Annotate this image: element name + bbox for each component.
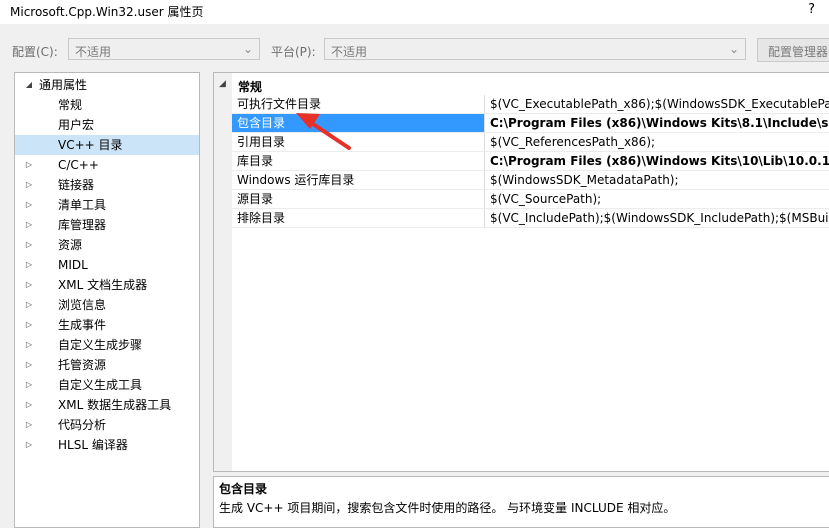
- property-value[interactable]: C:\Program Files (x86)\Windows Kits\8.1\…: [486, 114, 829, 132]
- tree-item-general[interactable]: 常规: [58, 95, 82, 115]
- tree-item-label: 自定义生成步骤: [58, 338, 143, 352]
- chevron-down-icon: ⌄: [242, 42, 253, 56]
- title-bar: Microsoft.Cpp.Win32.user 属性页 ?: [0, 0, 829, 24]
- window-title: Microsoft.Cpp.Win32.user 属性页: [10, 5, 204, 19]
- property-row-include-dirs[interactable]: 包含目录 C:\Program Files (x86)\Windows Kits…: [232, 114, 829, 133]
- tree-item-label: 浏览信息: [58, 298, 107, 312]
- collapsed-triangle-icon[interactable]: ▷: [24, 335, 34, 355]
- tree-item-c-cpp[interactable]: ▷ C/C++: [15, 155, 199, 175]
- tree-item-linker[interactable]: ▷ 链接器: [15, 175, 199, 195]
- property-value[interactable]: $(VC_SourcePath);: [486, 190, 829, 208]
- collapsed-triangle-icon[interactable]: ▷: [24, 375, 34, 395]
- tree-item-browse-info[interactable]: ▷ 浏览信息: [15, 295, 199, 315]
- tree-item-vc-directories[interactable]: VC++ 目录: [15, 135, 199, 155]
- tree-item-label: XML 文档生成器: [58, 278, 148, 292]
- property-row-library-dirs[interactable]: 库目录 C:\Program Files (x86)\Windows Kits\…: [232, 152, 829, 171]
- tree-item-label: 自定义生成工具: [58, 378, 143, 392]
- tree-item-label: 资源: [58, 238, 83, 252]
- config-toolbar: 配置(C): 不适用 ⌄ 平台(P): 不适用 ⌄ 配置管理器: [0, 36, 829, 64]
- tree-item-librarian[interactable]: ▷ 库管理器: [15, 215, 199, 235]
- property-row-exclude-dirs[interactable]: 排除目录 $(VC_IncludePath);$(WindowsSDK_Incl…: [232, 209, 829, 228]
- tree-item-label: MIDL: [58, 258, 88, 272]
- collapsed-triangle-icon[interactable]: ▷: [24, 315, 34, 335]
- tree-item-build-events[interactable]: ▷ 生成事件: [15, 315, 199, 335]
- tree-item-label: 用户宏: [58, 118, 95, 132]
- description-title: 包含目录: [219, 482, 268, 496]
- platform-dropdown[interactable]: 不适用 ⌄: [324, 38, 746, 60]
- tree-root-common-properties[interactable]: ◢ 通用属性: [15, 75, 199, 95]
- property-value[interactable]: $(WindowsSDK_MetadataPath);: [486, 171, 829, 189]
- description-panel: 包含目录 生成 VC++ 项目期间，搜索包含文件时使用的路径。 与环境变量 IN…: [213, 476, 829, 528]
- property-grid: ◢ 常规 可执行文件目录 $(VC_ExecutablePath_x86);$(…: [213, 72, 829, 472]
- property-value[interactable]: $(VC_ExecutablePath_x86);$(WindowsSDK_Ex…: [486, 95, 829, 113]
- tree-item-label: 清单工具: [58, 198, 107, 212]
- tree-item-label: HLSL 编译器: [58, 438, 128, 452]
- tree-item-label: 生成事件: [58, 318, 107, 332]
- config-dropdown[interactable]: 不适用 ⌄: [68, 38, 260, 60]
- property-value[interactable]: C:\Program Files (x86)\Windows Kits\10\L…: [486, 152, 829, 170]
- tree-item-hlsl-compiler[interactable]: ▷ HLSL 编译器: [15, 435, 199, 455]
- expanded-triangle-icon[interactable]: ◢: [24, 75, 34, 95]
- collapsed-triangle-icon[interactable]: ▷: [24, 155, 34, 175]
- property-row-winrt-dirs[interactable]: Windows 运行库目录 $(WindowsSDK_MetadataPath)…: [232, 171, 829, 190]
- property-row-executable-dirs[interactable]: 可执行文件目录 $(VC_ExecutablePath_x86);$(Windo…: [232, 95, 829, 114]
- tree-item-label: 常规: [58, 98, 83, 112]
- collapsed-triangle-icon[interactable]: ▷: [24, 295, 34, 315]
- chevron-down-icon: ⌄: [728, 42, 739, 56]
- collapsed-triangle-icon[interactable]: ▷: [24, 435, 34, 455]
- property-name: Windows 运行库目录: [232, 171, 485, 189]
- collapsed-triangle-icon[interactable]: ▷: [24, 275, 34, 295]
- tree-item-label: 库管理器: [58, 218, 107, 232]
- tree-item-custom-build-step[interactable]: ▷ 自定义生成步骤: [15, 335, 199, 355]
- collapsed-triangle-icon[interactable]: ▷: [24, 395, 34, 415]
- platform-value: 不适用: [331, 45, 368, 59]
- grid-gutter: [214, 73, 232, 471]
- collapsed-triangle-icon[interactable]: ▷: [24, 255, 34, 275]
- config-value: 不适用: [75, 45, 112, 59]
- tree-item-xml-doc-generator[interactable]: ▷ XML 文档生成器: [15, 275, 199, 295]
- property-row-source-dirs[interactable]: 源目录 $(VC_SourcePath);: [232, 190, 829, 209]
- tree-item-custom-build-tool[interactable]: ▷ 自定义生成工具: [15, 375, 199, 395]
- tree-item-label: 托管资源: [58, 358, 107, 372]
- property-name: 包含目录: [232, 114, 485, 132]
- property-tree: ◢ 通用属性 常规 用户宏 VC++ 目录 ▷ C/C++ ▷ 链接器 ▷ 清单工具 …: [14, 72, 200, 528]
- category-general[interactable]: ◢ 常规: [214, 77, 829, 95]
- property-name: 可执行文件目录: [232, 95, 485, 113]
- collapse-caret-icon[interactable]: ◢: [219, 79, 226, 89]
- tree-item-label: C/C++: [58, 158, 99, 172]
- collapsed-triangle-icon[interactable]: ▷: [24, 175, 34, 195]
- tree-root-label: 通用属性: [39, 78, 88, 92]
- collapsed-triangle-icon[interactable]: ▷: [24, 355, 34, 375]
- collapsed-triangle-icon[interactable]: ▷: [24, 235, 34, 255]
- tree-item-manifest-tool[interactable]: ▷ 清单工具: [15, 195, 199, 215]
- property-name: 库目录: [232, 152, 485, 170]
- property-row-reference-dirs[interactable]: 引用目录 $(VC_ReferencesPath_x86);: [232, 133, 829, 152]
- property-name: 源目录: [232, 190, 485, 208]
- property-value[interactable]: $(VC_IncludePath);$(WindowsSDK_IncludePa…: [486, 209, 829, 227]
- platform-label: 平台(P):: [271, 45, 316, 59]
- collapsed-triangle-icon[interactable]: ▷: [24, 215, 34, 235]
- tree-item-code-analysis[interactable]: ▷ 代码分析: [15, 415, 199, 435]
- help-button[interactable]: ?: [808, 2, 815, 17]
- property-value[interactable]: $(VC_ReferencesPath_x86);: [486, 133, 829, 151]
- description-text: 生成 VC++ 项目期间，搜索包含文件时使用的路径。 与环境变量 INCLUDE…: [219, 501, 676, 515]
- tree-item-label: VC++ 目录: [58, 138, 123, 152]
- tree-item-managed-resources[interactable]: ▷ 托管资源: [15, 355, 199, 375]
- collapsed-triangle-icon[interactable]: ▷: [24, 195, 34, 215]
- tree-item-label: XML 数据生成器工具: [58, 398, 172, 412]
- property-name: 引用目录: [232, 133, 485, 151]
- tree-item-midl[interactable]: ▷ MIDL: [15, 255, 199, 275]
- category-label: 常规: [238, 80, 263, 94]
- property-name: 排除目录: [232, 209, 485, 227]
- collapsed-triangle-icon[interactable]: ▷: [24, 415, 34, 435]
- tree-item-resources[interactable]: ▷ 资源: [15, 235, 199, 255]
- tree-item-xml-data-generator[interactable]: ▷ XML 数据生成器工具: [15, 395, 199, 415]
- config-manager-button[interactable]: 配置管理器: [757, 38, 829, 62]
- tree-item-label: 链接器: [58, 178, 95, 192]
- tree-item-label: 代码分析: [58, 418, 107, 432]
- config-manager-label: 配置管理器: [768, 45, 829, 59]
- config-label: 配置(C):: [12, 45, 58, 59]
- tree-item-user-macros[interactable]: 用户宏: [58, 115, 94, 135]
